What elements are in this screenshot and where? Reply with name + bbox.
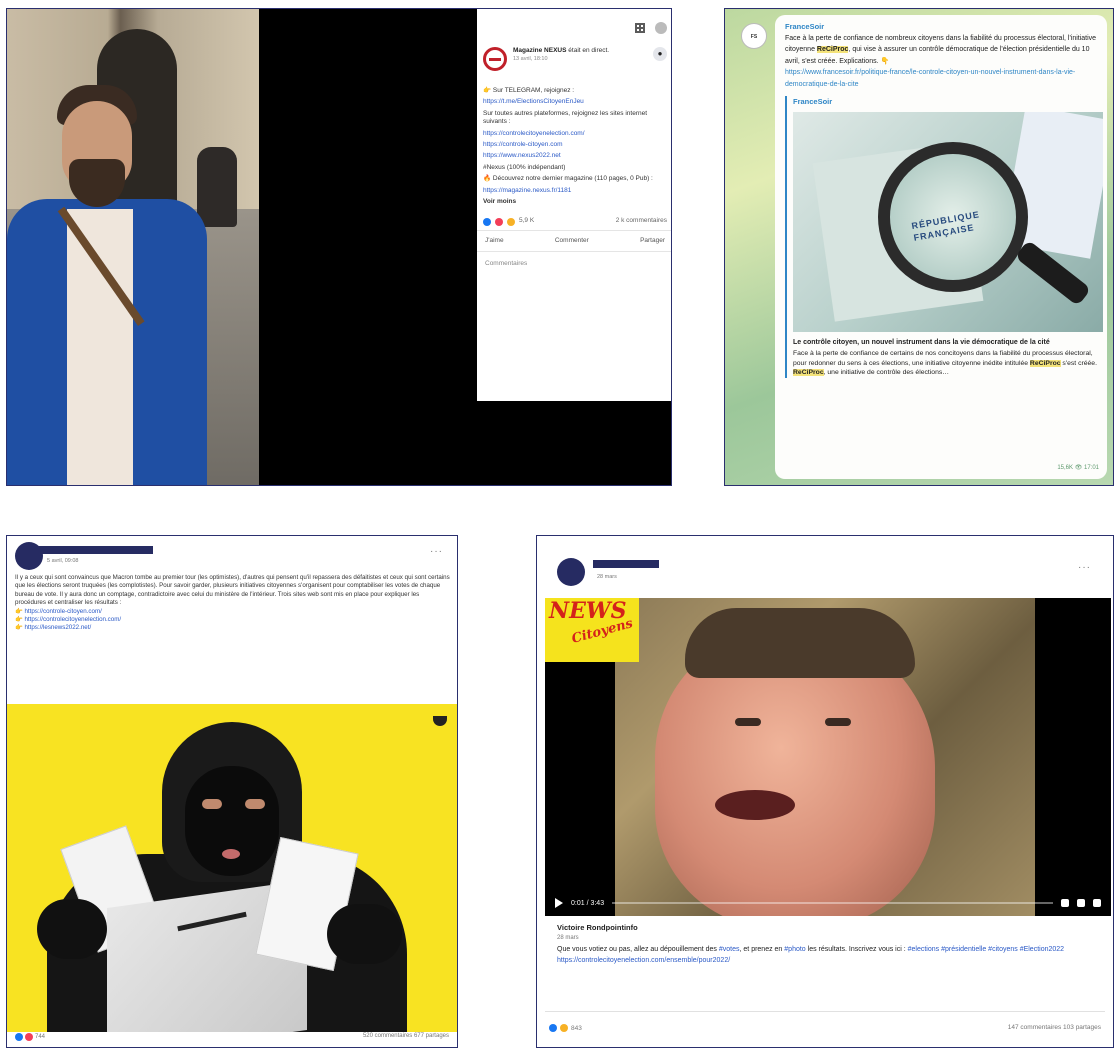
facebook-live-post: Magazine NEXUS était en direct. 13 avril… [477, 9, 671, 401]
reaction-count: 5,9 K [519, 217, 535, 225]
message-text: Face à la perte de confiance de nombreux… [785, 34, 1097, 65]
settings-icon[interactable] [1061, 899, 1069, 907]
post-date[interactable]: 28 mars [597, 574, 617, 580]
preview-title: Le contrôle citoyen, un nouvel instrumen… [793, 338, 1050, 346]
reaction-count: 744 [35, 1034, 46, 1040]
preview-description: Face à la perte de confiance de certains… [793, 350, 1097, 376]
watermark-icon [433, 716, 447, 726]
post-date[interactable]: 5 avril, 09:08 [47, 558, 79, 564]
post-stats[interactable]: 147 commentaires 103 partages [1008, 1024, 1101, 1031]
post-line: #Nexus (100% indépendant) [483, 163, 566, 171]
see-more-link[interactable]: Voir moins [483, 198, 667, 206]
post-date[interactable]: 13 avril, 18:10 [513, 55, 609, 63]
news-citoyens-logo: NEWS Citoyens [545, 598, 639, 662]
love-reaction-icon [495, 217, 503, 226]
video-time: 0:01 / 3:43 [571, 899, 605, 907]
caption-text: Que vous votiez ou pas, allez au dépouil… [557, 946, 1065, 953]
collage-panel-live-post: Magazine NEXUS était en direct. 13 avril… [6, 8, 672, 486]
video-controls: 0:01 / 3:43 [545, 890, 1111, 916]
like-button[interactable]: J'aime [485, 237, 504, 245]
redacted-author-name [37, 546, 153, 554]
fullscreen-icon[interactable] [1077, 899, 1085, 907]
comment-button[interactable]: Commenter [555, 237, 589, 245]
post-line: 🔥 Découvrez notre dernier magazine (110 … [483, 175, 653, 183]
profile-icon[interactable] [655, 22, 667, 34]
video-date[interactable]: 28 mars [557, 933, 1097, 944]
telegram-message-bubble: FranceSoir Face à la perte de confiance … [775, 15, 1107, 479]
post-footer: 744 520 commentaires 677 partages [15, 1031, 449, 1043]
like-reaction-icon [483, 217, 491, 226]
more-options-icon[interactable]: ··· [1078, 562, 1091, 573]
channel-avatar[interactable]: FS [741, 23, 767, 49]
telegram-francesoir-panel: FS FranceSoir Face à la perte de confian… [724, 8, 1114, 486]
comment-count[interactable]: 2 k commentaires [616, 217, 667, 225]
play-icon[interactable] [555, 898, 563, 908]
post-link[interactable]: 👉 https://controle-citoyen.com/ [15, 608, 451, 616]
redacted-avatar[interactable] [557, 558, 585, 586]
post-link[interactable]: https://controle-citoyen.com [483, 141, 667, 149]
hooded-figure-ballot-box-image [7, 704, 457, 1032]
share-button[interactable]: Partager [640, 237, 665, 245]
like-reaction-icon [15, 1033, 23, 1041]
post-link[interactable]: https://magazine.nexus.fr/1181 [483, 187, 667, 195]
volume-icon[interactable] [1093, 899, 1101, 907]
post-link[interactable]: https://t.me/ElectionsCitoyenEnJeu [483, 98, 667, 106]
reaction-summary[interactable]: 744 [15, 1033, 45, 1041]
wow-reaction-icon [507, 217, 515, 226]
post-text: Il y a ceux qui sont convaincus que Macr… [15, 574, 451, 632]
channel-name[interactable]: FranceSoir [785, 21, 1097, 33]
post-line: 👉 Sur TELEGRAM, rejoignez : [483, 87, 575, 94]
live-video-black-area [259, 9, 477, 485]
like-reaction-icon [549, 1024, 557, 1032]
preview-source: FranceSoir [793, 97, 833, 106]
more-options-icon[interactable]: ··· [430, 546, 443, 557]
love-reaction-icon [25, 1033, 33, 1041]
post-stats[interactable]: 520 commentaires 677 partages [363, 1033, 449, 1039]
post-link[interactable]: https://www.nexus2022.net [483, 152, 667, 160]
magnifying-glass-image: RÉPUBLIQUE FRANÇAISE [793, 111, 1103, 332]
post-link[interactable]: 👉 https://lesnews2022.net/ [15, 624, 451, 632]
post-link[interactable]: https://controlecitoyenelection.com/ [483, 130, 667, 138]
caption-link[interactable]: https://controlecitoyenelection.com/ense… [557, 955, 1097, 966]
facebook-video-post-panel: 28 mars ··· NEWS Citoyens 0:01 / 3:43 Vi… [536, 535, 1114, 1048]
comments-label[interactable]: Commentaires [485, 260, 527, 268]
video-player[interactable]: NEWS Citoyens 0:01 / 3:43 [545, 598, 1111, 916]
reaction-summary[interactable]: 5,9 K 2 k commentaires [477, 213, 671, 231]
message-link[interactable]: https://www.francesoir.fr/politique-fran… [785, 67, 1097, 90]
post-status: était en direct. [568, 47, 610, 54]
redacted-author-name [593, 560, 659, 568]
haha-reaction-icon [560, 1024, 568, 1032]
video-progress-bar[interactable] [612, 902, 1053, 904]
video-author[interactable]: Victoire Rondpointinfo [557, 922, 1097, 933]
message-meta: 15,6K 👁 17:01 [1057, 464, 1099, 471]
link-preview[interactable]: FranceSoir RÉPUBLIQUE FRANÇAISE Le contr… [785, 96, 1103, 378]
video-caption: Victoire Rondpointinfo 28 mars Que vous … [557, 922, 1097, 966]
reaction-count: 843 [571, 1024, 582, 1032]
post-author[interactable]: Magazine NEXUS [513, 47, 566, 54]
reaction-summary[interactable]: 843 [549, 1024, 582, 1032]
facebook-post-ballot-panel: 5 avril, 09:08 ··· Il y a ceux qui sont … [6, 535, 458, 1048]
dark-area [477, 401, 671, 485]
camera-icon[interactable]: ● [653, 47, 667, 61]
eye-icon: 👁 [1074, 464, 1083, 471]
menu-grid-icon[interactable] [635, 23, 645, 33]
post-line: Sur toutes autres plateformes, rejoignez… [483, 109, 648, 126]
nexus-logo-icon [483, 47, 507, 71]
man-in-blue-jacket-photo [7, 9, 259, 485]
post-footer: 843 147 commentaires 103 partages [549, 1024, 1101, 1038]
